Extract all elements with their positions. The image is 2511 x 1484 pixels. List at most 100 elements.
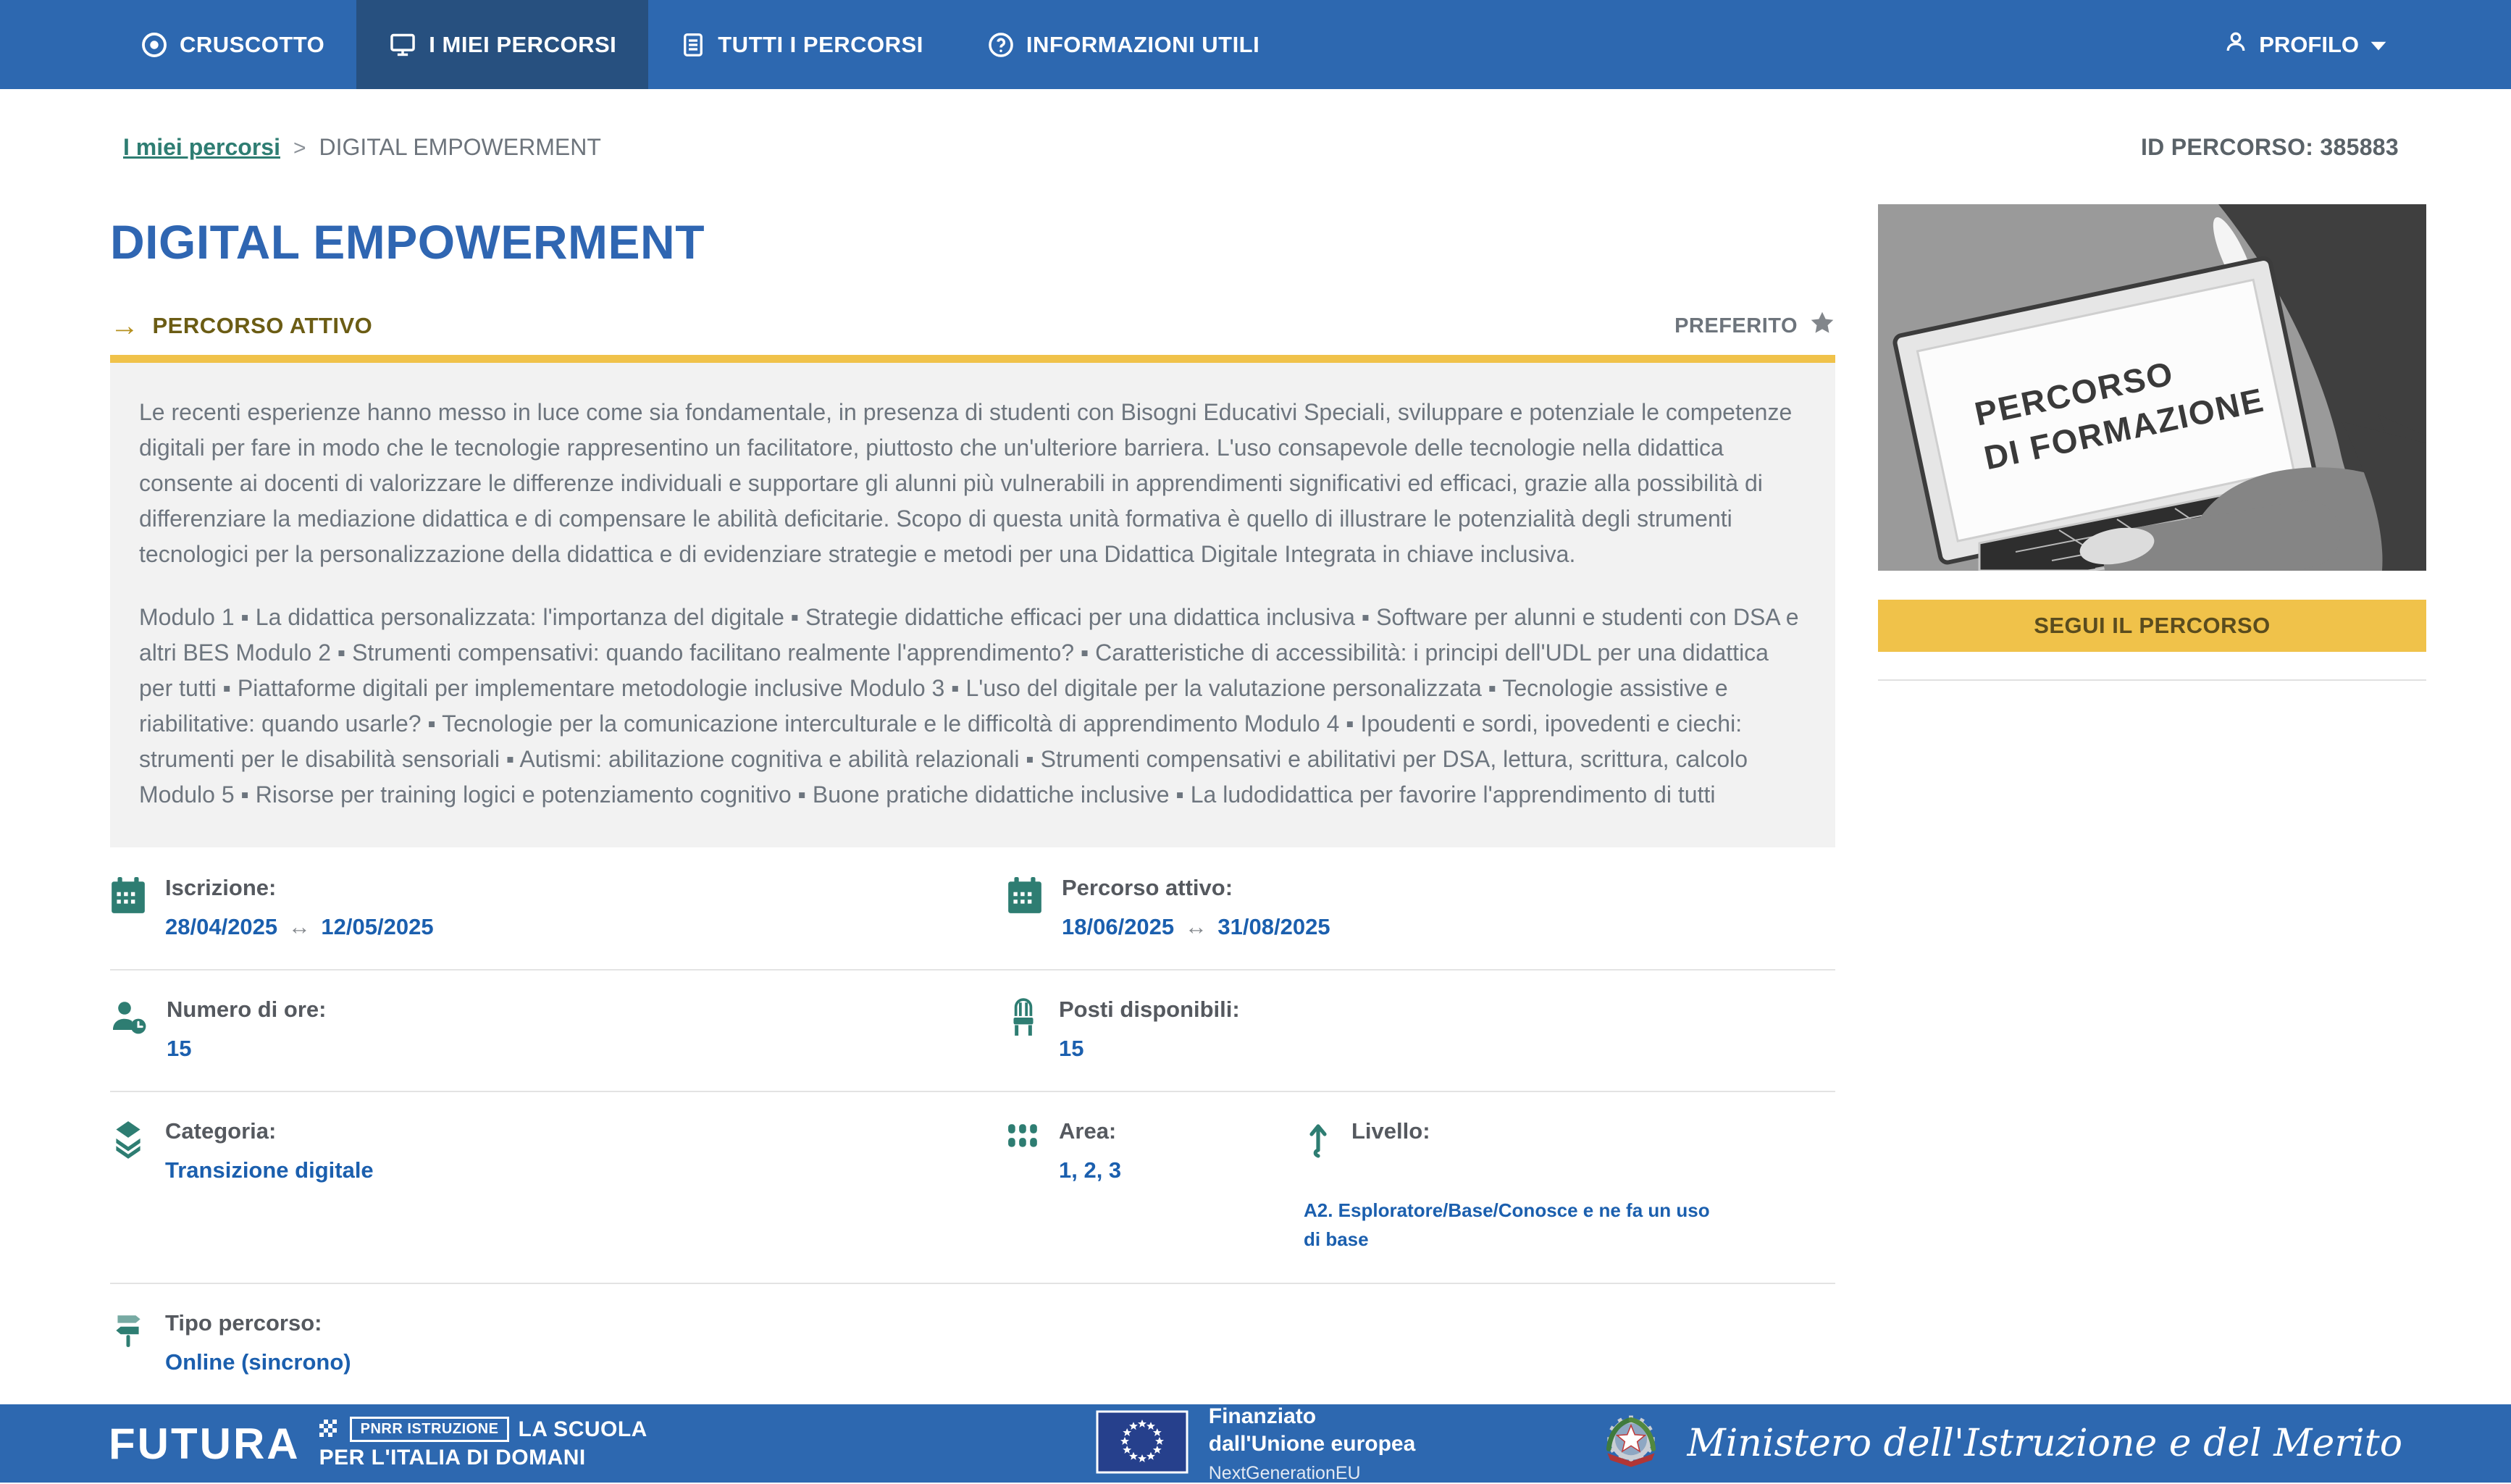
detail-value-date-range: 18/06/2025 ↔ 31/08/2025 [1062, 914, 1330, 940]
detail-label: Numero di ore: [167, 997, 326, 1023]
detail-value: 15 [167, 1036, 326, 1062]
nav-item-cruscotto[interactable]: CRUSCOTTO [109, 0, 356, 89]
arrow-up-icon [1304, 1120, 1333, 1164]
detail-label: Percorso attivo: [1062, 875, 1330, 901]
status-label: PERCORSO ATTIVO [153, 313, 373, 339]
detail-row-type: Tipo percorso: Online (sincrono) [110, 1283, 1835, 1404]
star-icon [1809, 310, 1835, 342]
calendar-icon [1007, 876, 1043, 919]
breadcrumb-separator: > [293, 136, 306, 161]
course-details: Iscrizione: 28/04/2025 ↔ 12/05/2025 [110, 849, 1835, 1404]
breadcrumb: I miei percorsi > DIGITAL EMPOWERMENT [123, 134, 601, 161]
detail-area: Area: 1, 2, 3 [1007, 1118, 1304, 1254]
detail-label: Posti disponibili: [1059, 997, 1240, 1023]
course-sidebar: PERCORSO DI FORMAZIONE SEGUI I [1878, 204, 2426, 1404]
page-title: DIGITAL EMPOWERMENT [110, 214, 1835, 269]
detail-label: Iscrizione: [165, 875, 434, 901]
layers-icon [110, 1120, 146, 1164]
eu-flag-icon [1096, 1410, 1189, 1477]
futura-logo-right: PNRR ISTRUZIONE LA SCUOLA PER L'ITALIA D… [319, 1417, 647, 1470]
question-icon [987, 31, 1015, 59]
breadcrumb-row: I miei percorsi > DIGITAL EMPOWERMENT ID… [0, 89, 2511, 161]
nav-item-informazioni-utili[interactable]: INFORMAZIONI UTILI [955, 0, 1291, 89]
detail-row-classification: Categoria: Transizione digitale Area: 1,… [110, 1091, 1835, 1283]
date-to: 31/08/2025 [1217, 914, 1330, 939]
detail-row-capacity: Numero di ore: 15 [110, 969, 1835, 1091]
detail-value: 1, 2, 3 [1059, 1157, 1121, 1183]
date-from: 28/04/2025 [165, 914, 277, 939]
monitor-icon [388, 31, 417, 59]
scuola-line2: PER L'ITALIA DI DOMANI [319, 1446, 647, 1470]
detail-label: Tipo percorso: [165, 1310, 351, 1336]
pixel-icon [319, 1417, 341, 1442]
eu-line1: Finanziato [1209, 1404, 1416, 1430]
eu-funding-logo: Finanziato dall'Unione europea NextGener… [1096, 1404, 1416, 1484]
eu-line2: dall'Unione europea [1209, 1431, 1416, 1457]
breadcrumb-current: DIGITAL EMPOWERMENT [319, 134, 601, 161]
detail-row-dates: Iscrizione: 28/04/2025 ↔ 12/05/2025 [110, 849, 1835, 969]
course-description: Le recenti esperienze hanno messo in luc… [110, 363, 1835, 847]
follow-course-button[interactable]: SEGUI IL PERCORSO [1878, 600, 2426, 652]
detail-value: A2. Esploratore/Base/Conosce e ne fa un … [1304, 1196, 1724, 1254]
republic-emblem-icon [1596, 1407, 1666, 1480]
detail-value: Online (sincrono) [165, 1349, 351, 1375]
nav-item-label: CRUSCOTTO [180, 32, 324, 58]
detail-label: Area: [1059, 1118, 1121, 1144]
chevron-down-icon [2369, 32, 2388, 58]
footer: FUTURA PNRR ISTRUZIONE LA SCUOLA PER L'I… [0, 1404, 2511, 1483]
top-navbar: CRUSCOTTO I MIEI PERCORSI TUTTI I PERCOR… [0, 0, 2511, 89]
date-to: 12/05/2025 [321, 914, 433, 939]
range-arrow-icon: ↔ [1181, 914, 1212, 939]
scuola-line1: LA SCUOLA [518, 1417, 647, 1442]
detail-value: 15 [1059, 1036, 1240, 1062]
calendar-icon [110, 876, 146, 919]
course-main-column: DIGITAL EMPOWERMENT → PERCORSO ATTIVO PR… [110, 194, 1835, 1404]
person-clock-icon [110, 998, 148, 1039]
breadcrumb-link-parent[interactable]: I miei percorsi [123, 134, 280, 161]
ministero-label: Ministero dell'Istruzione e del Merito [1688, 1422, 2403, 1465]
chair-icon [1007, 998, 1040, 1041]
favorite-toggle[interactable]: PREFERITO [1674, 310, 1835, 342]
grid-dots-icon [1007, 1120, 1040, 1157]
arrow-right-icon: → [110, 311, 140, 340]
pnrr-badge: PNRR ISTRUZIONE [350, 1417, 510, 1442]
profile-label: PROFILO [2259, 32, 2359, 58]
detail-livello: Livello: A2. Esploratore/Base/Conosce e … [1304, 1118, 1835, 1254]
date-from: 18/06/2025 [1062, 914, 1174, 939]
favorite-label: PREFERITO [1674, 314, 1798, 338]
nav-item-i-miei-percorsi[interactable]: I MIEI PERCORSI [356, 0, 648, 89]
bullseye-icon [141, 31, 168, 59]
person-icon [2223, 28, 2249, 62]
content: DIGITAL EMPOWERMENT → PERCORSO ATTIVO PR… [0, 194, 2511, 1404]
profile-menu[interactable]: PROFILO [2208, 0, 2402, 89]
futura-logo[interactable]: FUTURA PNRR ISTRUZIONE LA SCUOLA PER L'I… [109, 1417, 1096, 1470]
nav-item-label: TUTTI I PERCORSI [718, 32, 923, 58]
accent-bar [110, 355, 1835, 363]
detail-categoria: Categoria: Transizione digitale [110, 1118, 1007, 1254]
detail-value: Transizione digitale [165, 1157, 374, 1183]
nav-item-label: I MIEI PERCORSI [429, 32, 616, 58]
detail-posti-disponibili: Posti disponibili: 15 [1007, 997, 1835, 1062]
nav-item-label: INFORMAZIONI UTILI [1026, 32, 1259, 58]
detail-label: Livello: [1351, 1118, 1430, 1144]
status-row: → PERCORSO ATTIVO PREFERITO [110, 310, 1835, 342]
range-arrow-icon: ↔ [284, 914, 315, 939]
detail-iscrizione: Iscrizione: 28/04/2025 ↔ 12/05/2025 [110, 875, 1007, 940]
detail-percorso-attivo: Percorso attivo: 18/06/2025 ↔ 31/08/2025 [1007, 875, 1835, 940]
sidebar-divider [1878, 679, 2426, 681]
course-illustration: PERCORSO DI FORMAZIONE [1878, 204, 2426, 571]
description-paragraph-2: Modulo 1 ▪ La didattica personalizzata: … [139, 600, 1806, 813]
detail-tipo-percorso: Tipo percorso: Online (sincrono) [110, 1310, 1007, 1375]
detail-label: Categoria: [165, 1118, 374, 1144]
course-id-label: ID PERCORSO: 385883 [2141, 134, 2399, 161]
futura-logo-row1: PNRR ISTRUZIONE LA SCUOLA [319, 1417, 647, 1442]
detail-value-date-range: 28/04/2025 ↔ 12/05/2025 [165, 914, 434, 940]
ministero-logo: Ministero dell'Istruzione e del Merito [1415, 1407, 2402, 1480]
description-paragraph-1: Le recenti esperienze hanno messo in luc… [139, 395, 1806, 572]
detail-numero-ore: Numero di ore: 15 [110, 997, 1007, 1062]
nav-item-tutti-i-percorsi[interactable]: TUTTI I PERCORSI [648, 0, 955, 89]
eu-subline: NextGenerationEU [1209, 1463, 1416, 1484]
signpost-icon [110, 1312, 146, 1353]
status-badge: → PERCORSO ATTIVO [110, 311, 372, 340]
eu-funding-text: Finanziato dall'Unione europea NextGener… [1209, 1404, 1416, 1484]
